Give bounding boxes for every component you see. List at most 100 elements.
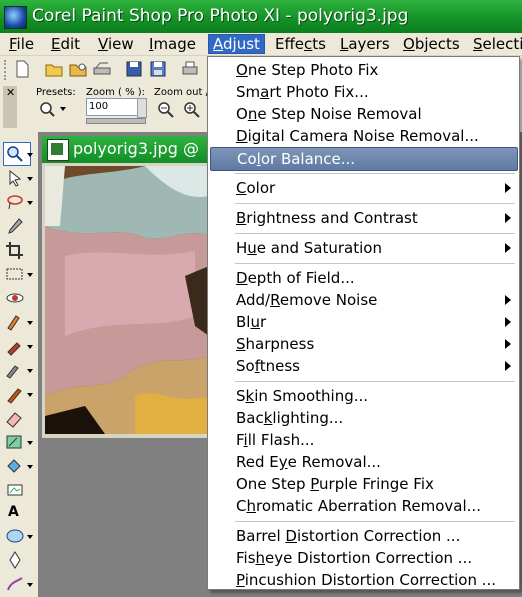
makeover-icon[interactable]	[4, 312, 26, 332]
flood-fill-icon[interactable]	[4, 456, 26, 476]
title-bar: Corel Paint Shop Pro Photo XI - polyorig…	[0, 0, 522, 33]
tool-flyout-arrow[interactable]	[27, 535, 33, 539]
browse-icon[interactable]	[68, 59, 88, 79]
tool-flyout-arrow[interactable]	[27, 201, 33, 205]
color-replacer-icon[interactable]	[4, 432, 26, 452]
menu-item-fill-flash[interactable]: Fill Flash...	[208, 429, 519, 451]
rectangle-select-icon[interactable]	[4, 264, 26, 284]
preset-shape-icon[interactable]	[4, 526, 26, 546]
tool-flyout-arrow[interactable]	[27, 369, 33, 373]
zoom-in-icon[interactable]	[182, 100, 202, 118]
menu-item-skin-smoothing[interactable]: Skin Smoothing...	[208, 385, 519, 407]
document-title: polyorig3.jpg @	[73, 139, 199, 158]
menu-item-label: One Step Photo Fix	[236, 61, 379, 79]
save-icon[interactable]	[124, 59, 144, 79]
menu-item-color[interactable]: Color	[208, 177, 519, 199]
zoom-slider[interactable]	[86, 118, 146, 124]
menu-item-sharpness[interactable]: Sharpness	[208, 333, 519, 355]
zoom-tool-icon[interactable]	[4, 144, 26, 164]
menu-separator	[235, 381, 515, 382]
menu-item-one-step-purple-fringe-fix[interactable]: One Step Purple Fringe Fix	[208, 473, 519, 495]
tool-flyout-arrow[interactable]	[27, 273, 33, 277]
save-as-icon[interactable]	[148, 59, 168, 79]
menu-item-pincushion-distortion-correction[interactable]: Pincushion Distortion Correction ...	[208, 569, 519, 591]
menu-item-one-step-photo-fix[interactable]: One Step Photo Fix	[208, 59, 519, 81]
tool-flyout-arrow[interactable]	[27, 153, 33, 157]
zoom-out-label: Zoom out / i	[154, 87, 215, 98]
menu-item-brightness-and-contrast[interactable]: Brightness and Contrast	[208, 207, 519, 229]
menu-item-label: Red Eye Removal...	[236, 453, 381, 471]
scan-icon[interactable]	[92, 59, 112, 79]
menu-item-depth-of-field[interactable]: Depth of Field...	[208, 267, 519, 289]
crop-icon[interactable]	[4, 240, 26, 260]
menu-item-barrel-distortion-correction[interactable]: Barrel Distortion Correction ...	[208, 525, 519, 547]
submenu-arrow-icon	[505, 317, 511, 327]
menu-layers[interactable]: Layers	[336, 35, 394, 53]
menu-objects[interactable]: Objects	[399, 35, 464, 53]
palette-grip[interactable]: ✕	[3, 86, 17, 128]
menu-item-label: Blur	[236, 313, 267, 331]
menu-item-label: Softness	[236, 357, 300, 375]
tool-flyout-arrow[interactable]	[27, 465, 33, 469]
lasso-icon[interactable]	[4, 192, 26, 212]
tool-flyout-arrow[interactable]	[27, 441, 33, 445]
menu-item-one-step-noise-removal[interactable]: One Step Noise Removal	[208, 103, 519, 125]
eraser-icon[interactable]	[4, 408, 26, 428]
menu-item-label: Brightness and Contrast	[236, 209, 418, 227]
tool-flyout-arrow[interactable]	[27, 393, 33, 397]
document-image[interactable]	[45, 166, 209, 434]
menu-item-smart-photo-fix[interactable]: Smart Photo Fix...	[208, 81, 519, 103]
document-title-bar[interactable]: polyorig3.jpg @	[42, 136, 212, 163]
menu-effects[interactable]: Effects	[271, 35, 330, 53]
menu-item-softness[interactable]: Softness	[208, 355, 519, 377]
submenu-arrow-icon	[505, 213, 511, 223]
paint-brush-icon[interactable]	[4, 384, 26, 404]
red-eye-icon[interactable]	[4, 288, 26, 308]
menu-item-red-eye-removal[interactable]: Red Eye Removal...	[208, 451, 519, 473]
menu-item-color-balance[interactable]: Color Balance...	[210, 147, 518, 171]
adjust-menu: One Step Photo Fix Smart Photo Fix... One …	[207, 56, 520, 590]
menu-item-backlighting[interactable]: Backlighting...	[208, 407, 519, 429]
scratch-remover-icon[interactable]	[4, 360, 26, 380]
menu-item-add-remove-noise[interactable]: Add/Remove Noise	[208, 289, 519, 311]
pin-icon[interactable]: ✕	[6, 86, 15, 99]
pick-tool-icon[interactable]	[4, 168, 26, 188]
zoom-spinner[interactable]	[137, 98, 147, 118]
pen-tool-icon[interactable]	[4, 550, 26, 570]
new-file-icon[interactable]	[12, 59, 32, 79]
tool-flyout-arrow[interactable]	[27, 583, 33, 587]
warp-brush-icon[interactable]	[4, 574, 26, 594]
menu-adjust[interactable]: Adjust	[208, 34, 265, 54]
open-folder-icon[interactable]	[44, 59, 64, 79]
document-window[interactable]: polyorig3.jpg @	[41, 135, 213, 439]
app-icon[interactable]	[4, 6, 27, 29]
clone-brush-icon[interactable]	[4, 336, 26, 356]
menu-separator	[235, 233, 515, 234]
submenu-arrow-icon	[505, 243, 511, 253]
menu-item-digital-camera-noise-removal[interactable]: Digital Camera Noise Removal...	[208, 125, 519, 147]
menu-selections[interactable]: Selectio	[469, 35, 522, 53]
eyedropper-icon[interactable]	[4, 216, 26, 236]
menu-image[interactable]: Image	[145, 35, 200, 53]
menu-separator	[235, 263, 515, 264]
document-icon	[47, 139, 69, 161]
menu-item-chromatic-aberration-removal[interactable]: Chromatic Aberration Removal...	[208, 495, 519, 517]
zoom-out-icon[interactable]	[156, 100, 176, 118]
menu-item-blur[interactable]: Blur	[208, 311, 519, 333]
toolbar-grip[interactable]	[4, 60, 9, 80]
menu-view[interactable]: View	[94, 35, 138, 53]
zoom-input[interactable]: 100	[86, 98, 140, 116]
menu-item-label: Barrel Distortion Correction ...	[236, 527, 461, 545]
menu-edit[interactable]: Edit	[47, 35, 84, 53]
menu-item-hue-and-saturation[interactable]: Hue and Saturation	[208, 237, 519, 259]
menu-file[interactable]: File	[5, 35, 38, 53]
presets-dropdown[interactable]	[38, 100, 68, 118]
menu-item-fisheye-distortion-correction[interactable]: Fisheye Distortion Correction ...	[208, 547, 519, 569]
tool-flyout-arrow[interactable]	[27, 345, 33, 349]
menu-item-label: Smart Photo Fix...	[236, 83, 369, 101]
print-icon[interactable]	[180, 59, 200, 79]
tool-flyout-arrow[interactable]	[27, 177, 33, 181]
picture-tube-icon[interactable]	[4, 480, 26, 500]
tool-flyout-arrow[interactable]	[27, 321, 33, 325]
text-tool-icon[interactable]: A	[8, 504, 19, 520]
